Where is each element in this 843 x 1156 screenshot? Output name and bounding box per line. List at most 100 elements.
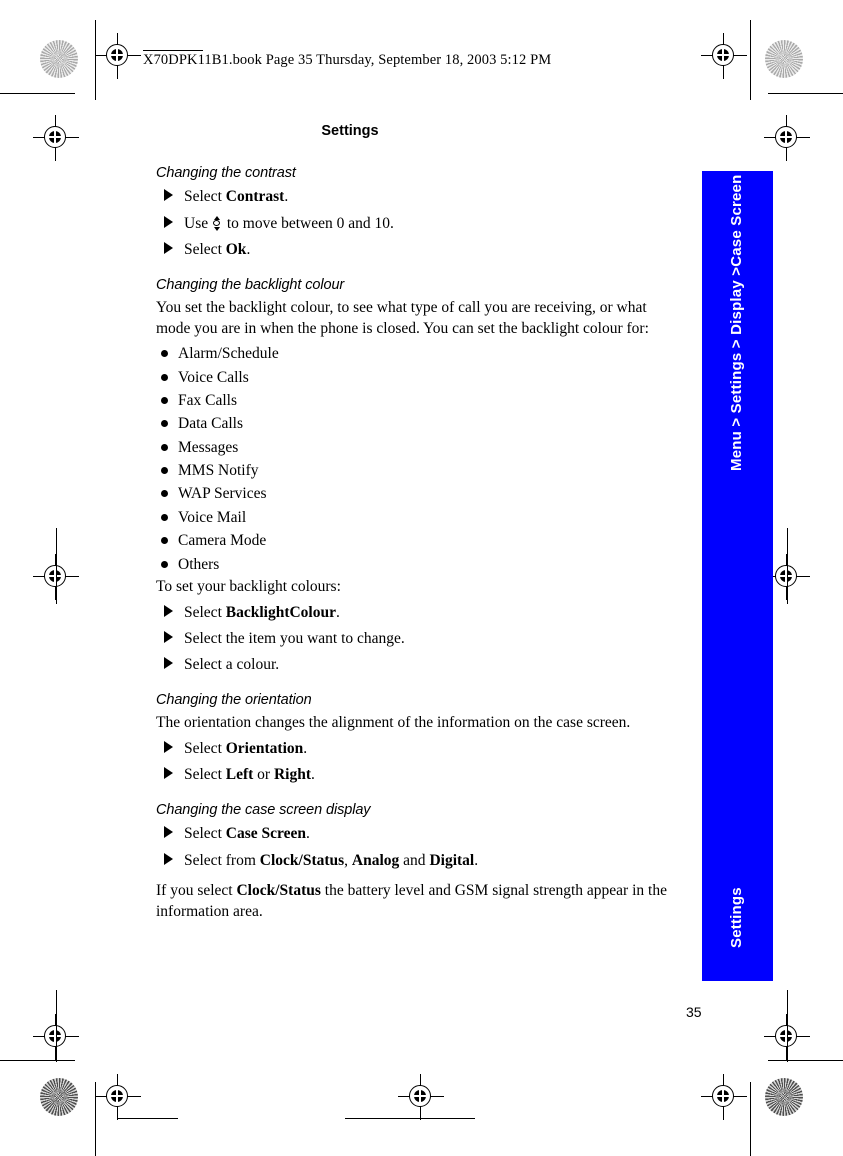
step-text-bold: Orientation <box>225 739 304 757</box>
trim-line-lower-right-horizontal <box>768 1060 843 1061</box>
step-text-suffix: . <box>474 851 479 869</box>
list-item-label: Others <box>178 555 220 573</box>
trim-line-bottom-left-vertical <box>95 1082 96 1156</box>
list-item: Select a colour. <box>156 654 676 676</box>
section-heading-case-screen: Changing the case screen display <box>156 801 371 818</box>
list-item: Voice Mail <box>156 507 676 528</box>
step-text-prefix: Select <box>184 766 226 784</box>
list-item-label: Data Calls <box>178 415 243 433</box>
list-item: Others <box>156 554 676 575</box>
backlight-leadin-paragraph: To set your backlight colours: <box>156 577 341 595</box>
step-list-contrast: Select Contrast. Use to move between 0 a… <box>156 186 676 261</box>
print-rosette-top-left <box>40 40 78 78</box>
step-arrow-icon <box>164 767 173 780</box>
step-text-suffix: . <box>305 825 310 843</box>
step-arrow-icon <box>164 631 173 644</box>
file-header-line: X70DPK11B1.book Page 35 Thursday, Septem… <box>143 50 551 69</box>
step-text-suffix: . <box>246 241 251 259</box>
page-number: 35 <box>686 1004 702 1020</box>
trim-line-bottom-right-vertical <box>750 1082 751 1156</box>
list-item: Select from Clock/Status, Analog and Dig… <box>156 850 676 872</box>
list-item-label: Fax Calls <box>178 391 237 409</box>
step-arrow-icon <box>164 740 173 753</box>
list-item-label: WAP Services <box>178 485 267 503</box>
list-item: Select BacklightColour. <box>156 602 676 624</box>
print-rosette-bottom-left <box>40 1078 78 1116</box>
registration-mark-upper-right <box>764 115 810 161</box>
bullet-icon <box>161 560 168 568</box>
step-text-bold: Contrast <box>225 188 285 206</box>
step-arrow-icon <box>164 215 173 228</box>
note-prefix: If you select <box>156 882 237 899</box>
list-item: Use to move between 0 and 10. <box>156 213 676 235</box>
registration-mark-top-right <box>701 33 747 79</box>
trim-line-bottom-left-horizontal <box>118 1118 178 1119</box>
bullet-icon <box>161 350 168 358</box>
step-text-bold: Case Screen <box>225 825 306 843</box>
list-item-label: Voice Calls <box>178 368 249 386</box>
step-text-bold: Left <box>225 766 254 784</box>
chapter-side-tab: Menu > Settings > Display >Case Screen S… <box>702 171 773 981</box>
step-text-bold: BacklightColour <box>225 603 336 621</box>
note-bold: Clock/Status <box>236 882 321 899</box>
trim-line-upper-right-horizontal <box>768 93 843 94</box>
list-item: Fax Calls <box>156 390 676 411</box>
list-item: Select the item you want to change. <box>156 628 676 650</box>
trim-line-bottom-center-horizontal <box>345 1118 475 1119</box>
bullet-icon <box>161 396 168 404</box>
registration-mark-top-left <box>95 33 141 79</box>
bullet-icon <box>161 513 168 521</box>
section-heading-orientation: Changing the orientation <box>156 691 312 708</box>
bullet-icon <box>161 467 168 475</box>
step-text-bold2: Right <box>273 766 312 784</box>
trim-line-upper-left-horizontal <box>0 93 75 94</box>
bullet-icon <box>161 420 168 428</box>
section-heading-backlight: Changing the backlight colour <box>156 276 345 293</box>
step-text-mid2: and <box>399 851 430 869</box>
print-rosette-top-right <box>765 40 803 78</box>
backlight-item-list: Alarm/Schedule Voice Calls Fax Calls Dat… <box>156 343 676 575</box>
list-item: Data Calls <box>156 413 676 434</box>
list-item-label: Voice Mail <box>178 508 247 526</box>
list-item-label: Camera Mode <box>178 532 267 550</box>
trim-line-middle-left-vertical <box>56 528 57 604</box>
list-item: MMS Notify <box>156 460 676 481</box>
step-text-prefix: Select <box>184 739 226 757</box>
nav-updown-key-icon <box>213 215 222 231</box>
step-arrow-icon <box>164 657 173 670</box>
section-heading-contrast: Changing the contrast <box>156 165 296 181</box>
trim-line-top-right-vertical <box>750 20 751 100</box>
step-text-prefix: Select <box>184 825 226 843</box>
trim-line-lower-left-vertical <box>56 990 57 1062</box>
registration-mark-bottom-center <box>398 1074 444 1120</box>
list-item: Select Left or Right. <box>156 764 676 786</box>
step-arrow-icon <box>164 242 173 255</box>
step-arrow-icon <box>164 852 173 865</box>
registration-mark-bottom-right <box>701 1074 747 1120</box>
list-item: Select Ok. <box>156 239 676 261</box>
step-arrow-icon <box>164 826 173 839</box>
step-text-bold2: Analog <box>351 851 400 869</box>
step-list-orientation: Select Orientation. Select Left or Right… <box>156 738 676 787</box>
step-arrow-icon <box>164 189 173 202</box>
step-text-prefix: Select a colour. <box>184 656 280 674</box>
step-text-suffix: . <box>303 739 308 757</box>
trim-line-top-left-vertical <box>95 20 96 100</box>
list-item: Select Orientation. <box>156 738 676 760</box>
orientation-intro-paragraph: The orientation changes the alignment of… <box>156 714 631 732</box>
step-text-prefix: Select from <box>184 851 260 869</box>
list-item-label: MMS Notify <box>178 462 259 480</box>
registration-mark-bottom-left <box>95 1074 141 1120</box>
step-text-prefix: Select <box>184 188 226 206</box>
list-item-label: Alarm/Schedule <box>178 345 279 363</box>
case-screen-note-paragraph: If you select Clock/Status the battery l… <box>156 881 676 922</box>
step-text-bold3: Digital <box>429 851 475 869</box>
list-item-label: Messages <box>178 438 239 456</box>
page-content: Changing the contrast Select Contrast. U… <box>156 164 676 923</box>
print-rosette-bottom-right <box>765 1078 803 1116</box>
step-text-mid: or <box>253 766 274 784</box>
step-text-prefix: Use <box>184 214 212 232</box>
step-text-prefix: Select the item you want to change. <box>184 630 405 648</box>
list-item: Alarm/Schedule <box>156 343 676 364</box>
chapter-label: Settings <box>728 887 745 948</box>
